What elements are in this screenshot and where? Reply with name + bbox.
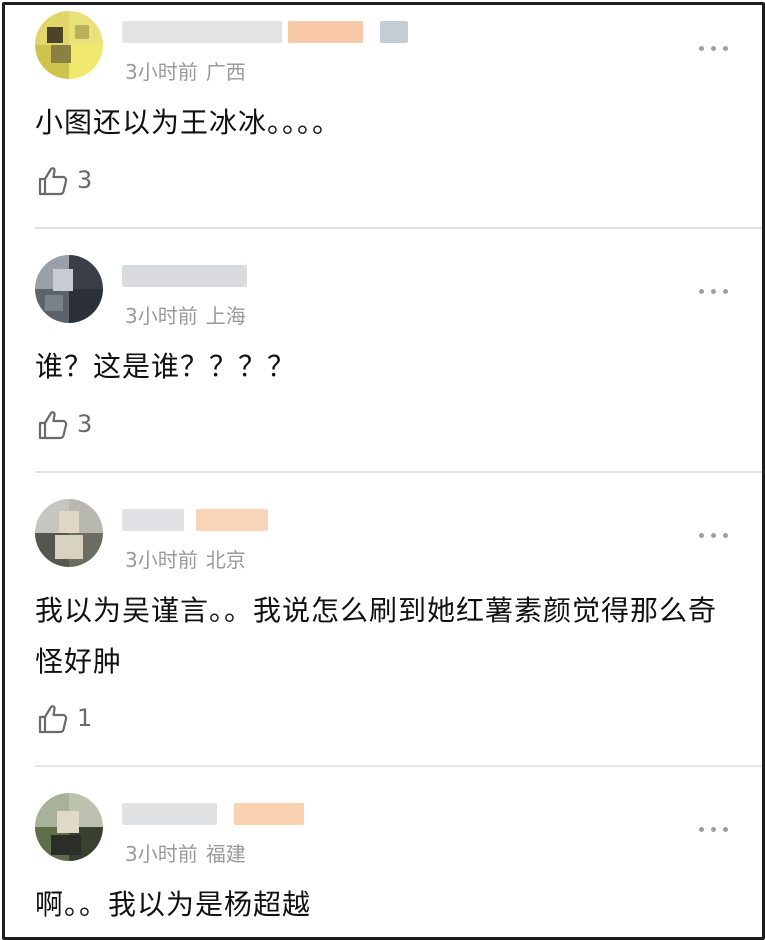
comment-list: 3小时前 广西 小图还以为王冰冰。。。。 3 3小时前 上海 谁？这是谁？？？？… xyxy=(2,2,765,940)
comment-text: 啊。。我以为是杨超越 xyxy=(35,888,312,921)
divider xyxy=(35,765,762,767)
comment-location: 福建 xyxy=(205,842,246,866)
avatar[interactable] xyxy=(35,255,103,323)
thumbs-up-icon xyxy=(38,411,68,440)
comment-time: 3小时前 xyxy=(125,548,198,572)
comment-text: 谁？这是谁？？？？ xyxy=(35,350,297,383)
like-count: 3 xyxy=(77,410,93,438)
like-count: 1 xyxy=(77,704,93,732)
comment-text: 我以为吴谨言。。我说怎么刷到她红薯素颜觉得那么奇怪好肿 xyxy=(35,594,718,678)
comment-item: 3小时前 广西 小图还以为王冰冰。。。。 3 xyxy=(5,5,762,231)
more-dots-icon[interactable] xyxy=(699,826,731,834)
comment-meta: 3小时前 广西 xyxy=(125,56,246,85)
comment-time: 3小时前 xyxy=(125,842,198,866)
comment-meta: 3小时前 上海 xyxy=(125,300,246,329)
divider xyxy=(35,227,762,229)
more-dots-icon[interactable] xyxy=(699,288,731,296)
avatar[interactable] xyxy=(35,499,103,567)
avatar[interactable] xyxy=(35,11,103,79)
comment-time: 3小时前 xyxy=(125,304,198,328)
thumbs-up-icon xyxy=(38,167,68,196)
comment-location: 广西 xyxy=(205,60,246,84)
comment-location: 上海 xyxy=(205,304,246,328)
like-count: 3 xyxy=(77,166,93,194)
more-dots-icon[interactable] xyxy=(699,45,731,53)
divider xyxy=(35,471,762,473)
comment-meta: 3小时前 北京 xyxy=(125,544,246,573)
avatar[interactable] xyxy=(35,793,103,861)
comment-time: 3小时前 xyxy=(125,60,198,84)
more-dots-icon[interactable] xyxy=(699,532,731,540)
comment-meta: 3小时前 福建 xyxy=(125,838,246,867)
thumbs-up-icon xyxy=(38,705,68,734)
comment-location: 北京 xyxy=(205,548,246,572)
comment-text: 小图还以为王冰冰。。。。 xyxy=(35,106,342,139)
